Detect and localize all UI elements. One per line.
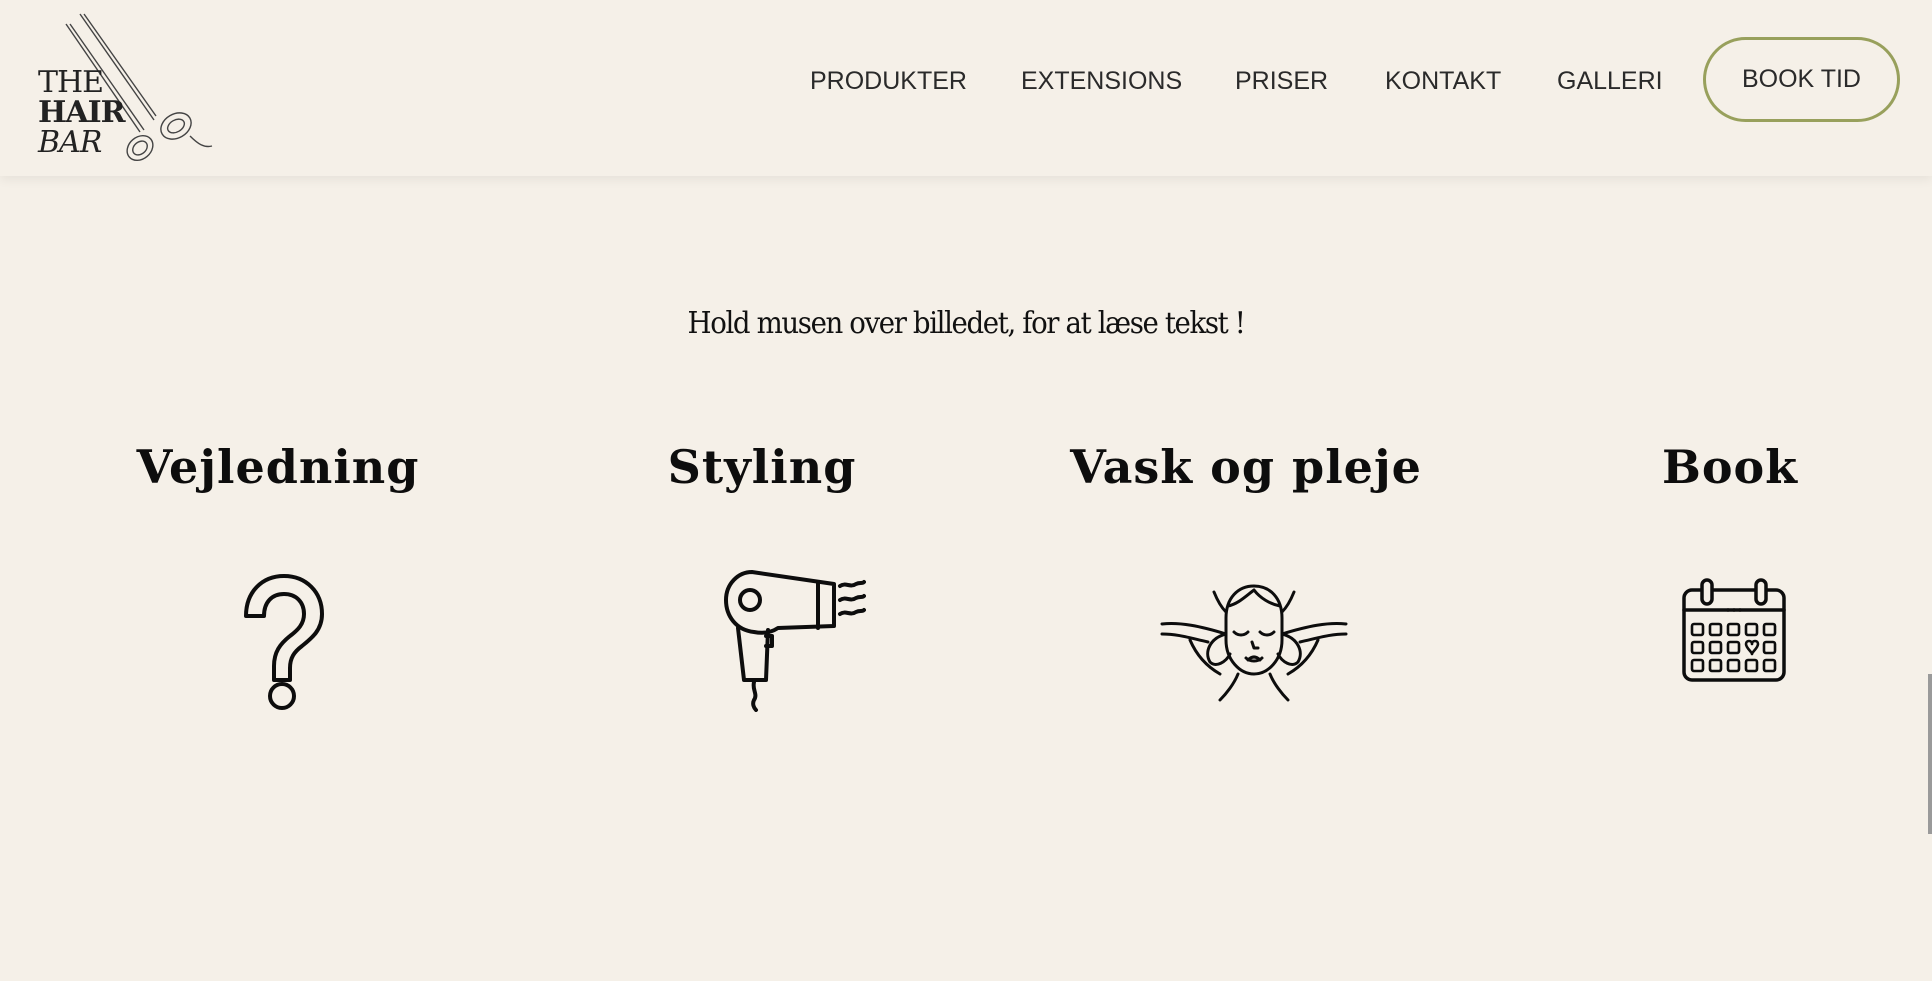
hair-dryer-icon — [724, 570, 866, 712]
logo-line-the: THE — [38, 65, 104, 100]
calendar-icon — [1682, 578, 1786, 682]
logo[interactable]: THE HAIR BAR — [36, 12, 216, 164]
face-massage-icon — [1160, 584, 1348, 702]
nav-item-priser[interactable]: PRISER — [1235, 67, 1328, 96]
nav-item-galleri[interactable]: GALLERI — [1557, 67, 1663, 96]
nav-item-extensions[interactable]: EXTENSIONS — [1021, 67, 1182, 96]
feature-title: Styling — [667, 440, 857, 494]
site-header: THE HAIR BAR PRODUKTER EXTENSIONS PRISER… — [0, 0, 1932, 176]
feature-title: Vejledning — [136, 440, 420, 494]
logo-line-bar: BAR — [38, 125, 102, 160]
hover-hint: Hold musen over billedet, for at læse te… — [687, 306, 1246, 341]
book-tid-button[interactable]: BOOK TID — [1703, 37, 1900, 122]
feature-vask-og-pleje[interactable]: Vask og pleje — [1036, 440, 1456, 494]
nav-item-kontakt[interactable]: KONTAKT — [1385, 67, 1501, 96]
logo-text: THE HAIR BAR — [38, 65, 126, 160]
feature-title: Vask og pleje — [1070, 440, 1422, 494]
feature-styling[interactable]: Styling — [552, 440, 972, 494]
feature-title: Book — [1661, 440, 1799, 494]
feature-vejledning[interactable]: Vejledning — [68, 440, 488, 494]
nav-item-produkter[interactable]: PRODUKTER — [810, 67, 967, 96]
logo-line-hair: HAIR — [38, 95, 126, 130]
feature-book[interactable]: Book — [1520, 440, 1932, 494]
scrollbar[interactable] — [1928, 674, 1932, 834]
question-mark-icon — [244, 574, 324, 710]
